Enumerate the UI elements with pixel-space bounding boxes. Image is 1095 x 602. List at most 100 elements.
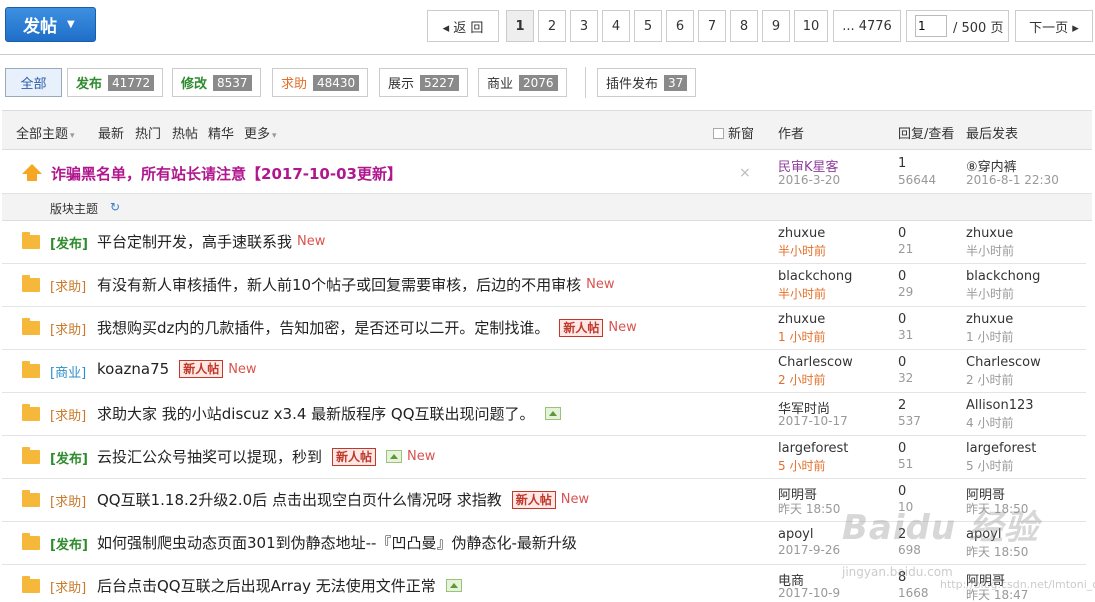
page-jump: / 500 页	[906, 10, 1009, 42]
last-post-time[interactable]: 4 小时前	[966, 414, 1013, 431]
folder-icon	[22, 318, 40, 335]
thread-category[interactable]: [发布]	[50, 233, 88, 252]
baidu-jingyan-watermark: Baidu 经验	[842, 508, 1039, 548]
page-1-button[interactable]: 1	[506, 10, 534, 42]
page-3-button[interactable]: 3	[570, 10, 598, 42]
page-5-button[interactable]: 5	[634, 10, 662, 42]
thread-category[interactable]: [商业]	[50, 362, 86, 381]
thread-category[interactable]: [求助]	[50, 577, 86, 596]
new-window-label: 新窗	[728, 127, 755, 142]
newbie-badge: 新人帖	[511, 490, 556, 509]
page-jump-input[interactable]	[915, 15, 947, 37]
sticky-thread-title[interactable]: 诈骗黑名单，所有站长请注意【2017-10-03更新】	[51, 163, 402, 184]
thread-category[interactable]: [求助]	[50, 276, 86, 295]
page-8-button[interactable]: 8	[730, 10, 758, 42]
last-poster[interactable]: zhuxue	[966, 226, 1013, 241]
thread-title[interactable]: 有没有新人审核插件，新人前10个帖子或回复需要审核，后边的不用审核	[97, 274, 581, 295]
thread-title[interactable]: 云投汇公众号抽奖可以提现，秒到	[97, 446, 322, 467]
last-page-button[interactable]: ... 4776	[833, 10, 901, 42]
folder-icon	[22, 361, 40, 378]
thread-author[interactable]: zhuxue	[778, 312, 825, 327]
last-post-time[interactable]: 1 小时前	[966, 328, 1013, 345]
thread-title-line: 求助大家 我的小站discuz x3.4 最新版程序 QQ互联出现问题了。	[97, 403, 561, 424]
last-post-time[interactable]: 2016-8-1 22:30	[966, 173, 1059, 187]
thread-author[interactable]: apoyl	[778, 527, 813, 542]
last-post-time[interactable]: 2 小时前	[966, 371, 1013, 388]
thread-category[interactable]: [求助]	[50, 319, 86, 338]
view-count: 1668	[898, 586, 929, 600]
thread-row[interactable]: [商业] koazna75 新人帖 New Charlescow 2 小时前 0 32 Char…	[2, 350, 1086, 393]
type-filter-modify[interactable]: 修改 8537	[172, 68, 261, 97]
sort-hot-link[interactable]: 热门	[135, 123, 161, 142]
page-7-button[interactable]: 7	[698, 10, 726, 42]
page-2-button[interactable]: 2	[538, 10, 566, 42]
next-page-button[interactable]: 下一页 ▸	[1015, 10, 1093, 42]
thread-category[interactable]: [求助]	[50, 405, 86, 424]
type-filter-show[interactable]: 展示 5227	[379, 68, 468, 97]
last-poster[interactable]: Allison123	[966, 398, 1034, 413]
thread-title[interactable]: 平台定制开发，高手速联系我	[97, 231, 292, 252]
thread-author[interactable]: zhuxue	[778, 226, 825, 241]
last-post-time[interactable]: 半小时前	[966, 242, 1014, 259]
thread-title-line: 云投汇公众号抽奖可以提现，秒到 新人帖 New	[97, 446, 435, 467]
all-topics-filter[interactable]: 全部主题 ▾	[16, 123, 75, 142]
thread-row[interactable]: [求助] 我想购买dz内的几款插件，告知加密，是否还可以二开。定制找谁。 新人帖 Ne…	[2, 307, 1086, 350]
page-6-button[interactable]: 6	[666, 10, 694, 42]
type-filter-plugin[interactable]: 插件发布 37	[597, 68, 697, 97]
image-attachment-icon	[445, 579, 462, 592]
folder-icon	[22, 490, 40, 507]
type-filter-business[interactable]: 商业 2076	[478, 68, 567, 97]
reply-count: 0	[898, 355, 907, 370]
thread-category[interactable]: [求助]	[50, 491, 86, 510]
folder-icon	[22, 533, 40, 550]
reply-count: 0	[898, 269, 907, 284]
thread-title[interactable]: 我想购买dz内的几款插件，告知加密，是否还可以二开。定制找谁。	[97, 317, 549, 338]
new-post-button[interactable]: 发帖 ▼	[5, 7, 96, 42]
page-4-button[interactable]: 4	[602, 10, 630, 42]
thread-author[interactable]: largeforest	[778, 441, 848, 456]
more-filter[interactable]: 更多 ▾	[244, 123, 277, 142]
last-poster[interactable]: Charlescow	[966, 355, 1041, 370]
newbie-badge: 新人帖	[559, 318, 604, 337]
thread-title[interactable]: QQ互联1.18.2升级2.0后 点击出现空白页什么情况呀 求指教	[97, 489, 502, 510]
thread-row[interactable]: [求助] 求助大家 我的小站discuz x3.4 最新版程序 QQ互联出现问题了…	[2, 393, 1086, 436]
thread-title[interactable]: 后台点击QQ互联之后出现Array 无法使用文件正常	[97, 575, 436, 596]
sort-latest-link[interactable]: 最新	[98, 123, 124, 142]
refresh-icon[interactable]: ↻	[110, 200, 120, 214]
type-filter-count: 2076	[519, 74, 558, 91]
back-button[interactable]: ◂ 返 回	[427, 10, 499, 42]
last-poster[interactable]: zhuxue	[966, 312, 1013, 327]
thread-row[interactable]: [发布] 平台定制开发，高手速联系我 New zhuxue 半小时前 0 21 zhuxue 半…	[2, 221, 1086, 264]
type-filter-help[interactable]: 求助 48430	[272, 68, 369, 97]
last-post-time[interactable]: 5 小时前	[966, 457, 1013, 474]
thread-author[interactable]: Charlescow	[778, 355, 853, 370]
last-post-time[interactable]: 半小时前	[966, 285, 1014, 302]
thread-row[interactable]: [求助] 有没有新人审核插件，新人前10个帖子或回复需要审核，后边的不用审核 New…	[2, 264, 1086, 307]
view-count: 31	[898, 328, 914, 342]
thread-date: 昨天 18:50	[778, 502, 841, 516]
thread-title[interactable]: 求助大家 我的小站discuz x3.4 最新版程序 QQ互联出现问题了。	[97, 403, 535, 424]
last-poster[interactable]: blackchong	[966, 269, 1040, 284]
thread-category[interactable]: [发布]	[50, 448, 88, 467]
thread-title-line: 后台点击QQ互联之后出现Array 无法使用文件正常	[97, 575, 462, 596]
thread-category[interactable]: [发布]	[50, 534, 88, 553]
page-10-button[interactable]: 10	[794, 10, 828, 42]
view-count: 32	[898, 371, 914, 385]
thread-title[interactable]: 如何强制爬虫动态页面301到伪静态地址--『凹凸曼』伪静态化-最新升级	[97, 532, 577, 553]
type-filter-label: 修改	[181, 77, 208, 92]
thread-date: 2017-10-17	[778, 414, 848, 428]
more-label: 更多	[244, 127, 271, 142]
type-filter-all[interactable]: 全部	[5, 68, 62, 97]
thread-row[interactable]: [发布] 云投汇公众号抽奖可以提现，秒到 新人帖 New largeforest 5 小时…	[2, 436, 1086, 479]
thread-author[interactable]: blackchong	[778, 269, 852, 284]
sort-hot-posts-link[interactable]: 热帖	[172, 123, 198, 142]
divider	[0, 54, 1095, 55]
thread-title[interactable]: koazna75	[97, 360, 169, 378]
sort-digest-link[interactable]: 精华	[208, 123, 234, 142]
last-poster[interactable]: largeforest	[966, 441, 1036, 456]
type-filter-publish[interactable]: 发布 41772	[67, 68, 164, 97]
sticky-thread-row[interactable]: 诈骗黑名单，所有站长请注意【2017-10-03更新】 × 民审K星客 2016…	[2, 150, 1092, 194]
page-9-button[interactable]: 9	[762, 10, 790, 42]
close-icon[interactable]: ×	[739, 165, 751, 181]
new-window-toggle[interactable]: 新窗	[713, 123, 754, 142]
